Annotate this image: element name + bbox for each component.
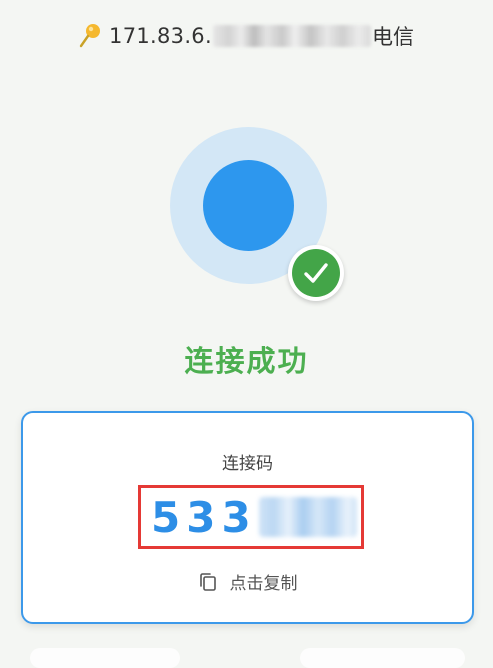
redacted-ip-segment <box>212 25 371 47</box>
copy-button[interactable]: 点击复制 <box>23 569 472 594</box>
ip-address: 171.83.6. <box>109 24 212 48</box>
copy-icon <box>198 572 218 592</box>
code-label: 连接码 <box>222 454 273 474</box>
bottom-partial-element <box>30 648 180 668</box>
location-pin-icon <box>79 23 101 49</box>
connection-info: 171.83.6. 电信 <box>0 18 493 54</box>
connection-status-graphic <box>170 127 346 303</box>
success-badge <box>288 245 344 301</box>
redacted-code-segment <box>258 497 357 537</box>
check-icon <box>304 263 328 283</box>
code-digits: 533 <box>151 492 257 542</box>
status-title: 连接成功 <box>184 344 309 378</box>
copy-label: 点击复制 <box>229 574 298 594</box>
carrier-name: 电信 <box>371 25 414 49</box>
connection-code[interactable]: 533 <box>138 485 364 549</box>
connection-code-card: 连接码 533 点击复制 <box>21 411 474 624</box>
status-dot <box>203 160 294 251</box>
bottom-partial-element <box>300 648 465 668</box>
